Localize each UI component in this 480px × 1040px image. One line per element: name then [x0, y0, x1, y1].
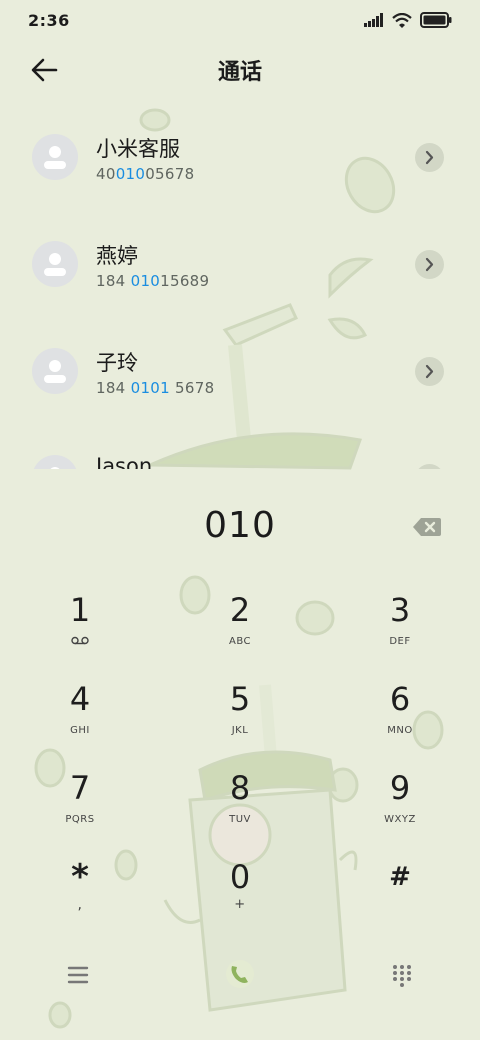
key-digit: 7	[69, 769, 91, 807]
battery-icon	[420, 12, 452, 28]
menu-icon[interactable]	[66, 963, 90, 987]
contact-detail-button[interactable]	[415, 143, 444, 172]
contact-number: 4001005678	[96, 165, 195, 183]
contact-number: 184 01015689	[96, 272, 210, 290]
key-digit: *	[71, 857, 89, 897]
backspace-button[interactable]	[412, 516, 442, 538]
signal-icon	[364, 13, 383, 27]
key-6[interactable]: 6 MNO	[340, 679, 460, 759]
key-star[interactable]: * ,	[20, 857, 140, 937]
contact-row[interactable]: 小米客服 4001005678	[0, 105, 480, 212]
key-digit: 5	[229, 680, 251, 718]
avatar	[32, 134, 78, 180]
key-digit: 0	[229, 858, 251, 896]
contact-detail-button[interactable]	[415, 250, 444, 279]
contact-list: 小米客服 4001005678 燕婷 184 01015689 子玲 184 0…	[0, 105, 480, 469]
key-letters: GHI	[70, 725, 90, 736]
contact-row[interactable]: 燕婷 184 01015689	[0, 212, 480, 319]
contact-row[interactable]: 子玲 184 0101 5678	[0, 319, 480, 426]
chevron-right-icon	[415, 464, 444, 469]
status-time: 2:36	[28, 10, 70, 30]
key-9[interactable]: 9 WXYZ	[340, 768, 460, 848]
key-0[interactable]: 0 +	[180, 857, 300, 937]
contact-detail-button[interactable]	[415, 464, 444, 469]
key-letters: +	[234, 897, 246, 912]
dialed-number: 010	[204, 505, 276, 546]
bottom-bar	[0, 950, 480, 1000]
page-title: 通话	[217, 60, 262, 85]
chevron-right-icon	[425, 150, 434, 165]
status-icons	[364, 12, 452, 28]
status-bar: 2:36	[0, 0, 480, 40]
key-1[interactable]: 1	[20, 590, 140, 670]
key-4[interactable]: 4 GHI	[20, 679, 140, 759]
avatar	[32, 348, 78, 394]
key-digit: 3	[389, 591, 411, 629]
key-digit: 1	[69, 591, 91, 629]
header: 通话	[0, 44, 480, 96]
contact-number: 184 0101 5678	[96, 379, 215, 397]
key-letters: JKL	[231, 725, 249, 736]
person-icon	[44, 360, 66, 383]
key-8[interactable]: 8 TUV	[180, 768, 300, 848]
person-icon	[44, 253, 66, 276]
key-digit: 6	[389, 680, 411, 718]
key-digit: 4	[69, 680, 91, 718]
person-icon	[50, 467, 60, 469]
key-letters: TUV	[229, 814, 251, 825]
key-letters: DEF	[389, 636, 411, 647]
key-digit: 8	[229, 769, 251, 807]
call-icon[interactable]	[220, 954, 260, 994]
key-digit: #	[389, 862, 411, 892]
backspace-icon	[413, 518, 441, 536]
avatar	[32, 455, 78, 469]
key-2[interactable]: 2 ABC	[180, 590, 300, 670]
avatar	[32, 241, 78, 287]
key-letters: ,	[77, 897, 83, 913]
contact-name: 燕婷	[96, 244, 138, 268]
key-7[interactable]: 7 PQRS	[20, 768, 140, 848]
key-3[interactable]: 3 DEF	[340, 590, 460, 670]
wifi-icon	[392, 12, 412, 28]
chevron-right-icon	[425, 364, 434, 379]
person-icon	[44, 146, 66, 169]
chevron-right-icon	[425, 257, 434, 272]
voicemail-icon	[71, 636, 89, 645]
key-digit: 9	[389, 769, 411, 807]
key-letters: ABC	[228, 636, 251, 647]
key-letters: MNO	[387, 725, 413, 736]
dialpad-icon[interactable]	[390, 963, 414, 987]
key-digit: 2	[229, 591, 251, 629]
contact-row[interactable]: Jason	[0, 426, 480, 469]
key-5[interactable]: 5 JKL	[180, 679, 300, 759]
key-letters: WXYZ	[384, 814, 416, 825]
contact-name: 小米客服	[96, 137, 180, 161]
key-letters: PQRS	[65, 814, 95, 825]
contact-name: 子玲	[96, 351, 138, 375]
contact-detail-button[interactable]	[415, 357, 444, 386]
contact-name: Jason	[96, 454, 153, 469]
key-hash[interactable]: #	[340, 857, 460, 937]
